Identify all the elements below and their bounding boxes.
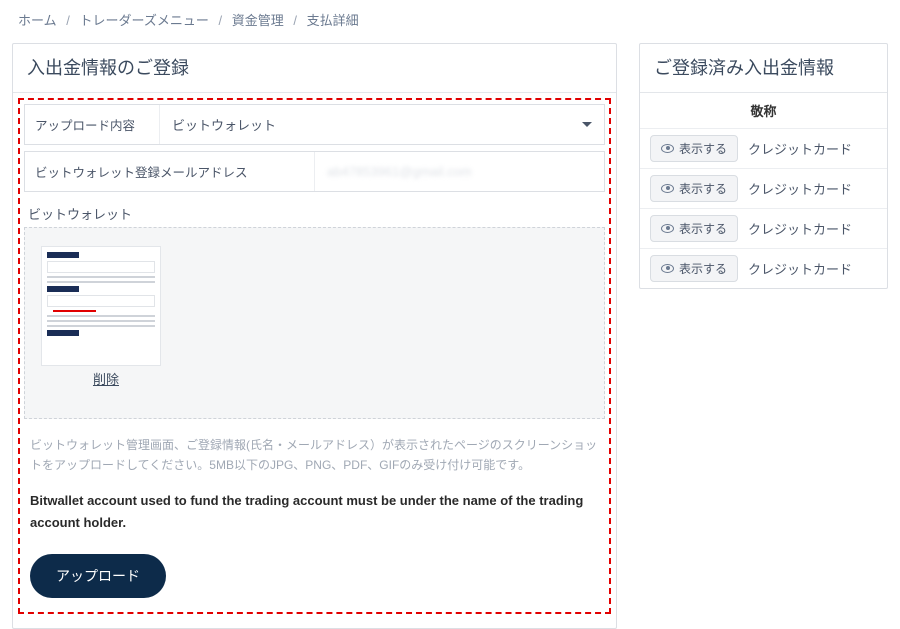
- registered-row: 表示する クレジットカード: [640, 168, 887, 208]
- show-button[interactable]: 表示する: [650, 175, 738, 202]
- breadcrumb-menu[interactable]: トレーダーズメニュー: [80, 13, 209, 28]
- email-value-cell: ab47853961@gmail.com: [315, 152, 604, 191]
- eye-icon: [661, 264, 674, 273]
- account-holder-warning: Bitwallet account used to fund the tradi…: [24, 480, 605, 534]
- registered-row: 表示する クレジットカード: [640, 208, 887, 248]
- upload-type-select[interactable]: ビットウォレット: [160, 105, 604, 144]
- registered-item-label: クレジットカード: [748, 139, 852, 158]
- upload-type-row: アップロード内容 ビットウォレット: [24, 104, 605, 145]
- upload-dropzone[interactable]: 削除: [24, 227, 605, 419]
- file-thumbnail: [41, 246, 161, 366]
- upload-type-value: ビットウォレット: [172, 115, 276, 134]
- registered-item-label: クレジットカード: [748, 219, 852, 238]
- eye-icon: [661, 144, 674, 153]
- email-label: ビットウォレット登録メールアドレス: [25, 152, 315, 191]
- show-button[interactable]: 表示する: [650, 255, 738, 282]
- registered-info-panel: ご登録済み入出金情報 敬称 表示する クレジットカード 表示する クレジットカー…: [639, 43, 888, 289]
- email-row: ビットウォレット登録メールアドレス ab47853961@gmail.com: [24, 151, 605, 192]
- registered-row: 表示する クレジットカード: [640, 128, 887, 168]
- email-value: ab47853961@gmail.com: [327, 164, 472, 179]
- chevron-down-icon: [582, 122, 592, 127]
- registered-column-header: 敬称: [640, 93, 887, 128]
- panel-title: 入出金情報のご登録: [13, 44, 616, 93]
- upload-section-label: ビットウォレット: [24, 198, 605, 227]
- uploaded-file[interactable]: 削除: [41, 246, 171, 388]
- breadcrumb: ホーム / トレーダーズメニュー / 資金管理 / 支払詳細: [0, 0, 900, 43]
- registered-item-label: クレジットカード: [748, 179, 852, 198]
- eye-icon: [661, 224, 674, 233]
- eye-icon: [661, 184, 674, 193]
- show-button-label: 表示する: [679, 220, 727, 237]
- show-button[interactable]: 表示する: [650, 215, 738, 242]
- upload-help-text: ビットウォレット管理画面、ご登録情報(氏名・メールアドレス）が表示されたページの…: [24, 419, 605, 480]
- breadcrumb-detail[interactable]: 支払詳細: [307, 13, 359, 28]
- breadcrumb-funds[interactable]: 資金管理: [232, 13, 284, 28]
- upload-type-label: アップロード内容: [25, 105, 160, 144]
- breadcrumb-home[interactable]: ホーム: [18, 13, 57, 28]
- registered-item-label: クレジットカード: [748, 259, 852, 278]
- breadcrumb-sep: /: [66, 13, 70, 28]
- delete-file-link[interactable]: 削除: [41, 369, 171, 388]
- breadcrumb-sep: /: [218, 13, 222, 28]
- highlighted-form-area: アップロード内容 ビットウォレット ビットウォレット登録メールアドレス ab47…: [18, 98, 611, 614]
- registration-form-panel: 入出金情報のご登録 アップロード内容 ビットウォレット ビットウォレット登録メー…: [12, 43, 617, 629]
- show-button-label: 表示する: [679, 180, 727, 197]
- upload-button[interactable]: アップロード: [30, 554, 166, 598]
- panel-title: ご登録済み入出金情報: [640, 44, 887, 93]
- show-button-label: 表示する: [679, 140, 727, 157]
- show-button-label: 表示する: [679, 260, 727, 277]
- registered-row: 表示する クレジットカード: [640, 248, 887, 288]
- breadcrumb-sep: /: [293, 13, 297, 28]
- show-button[interactable]: 表示する: [650, 135, 738, 162]
